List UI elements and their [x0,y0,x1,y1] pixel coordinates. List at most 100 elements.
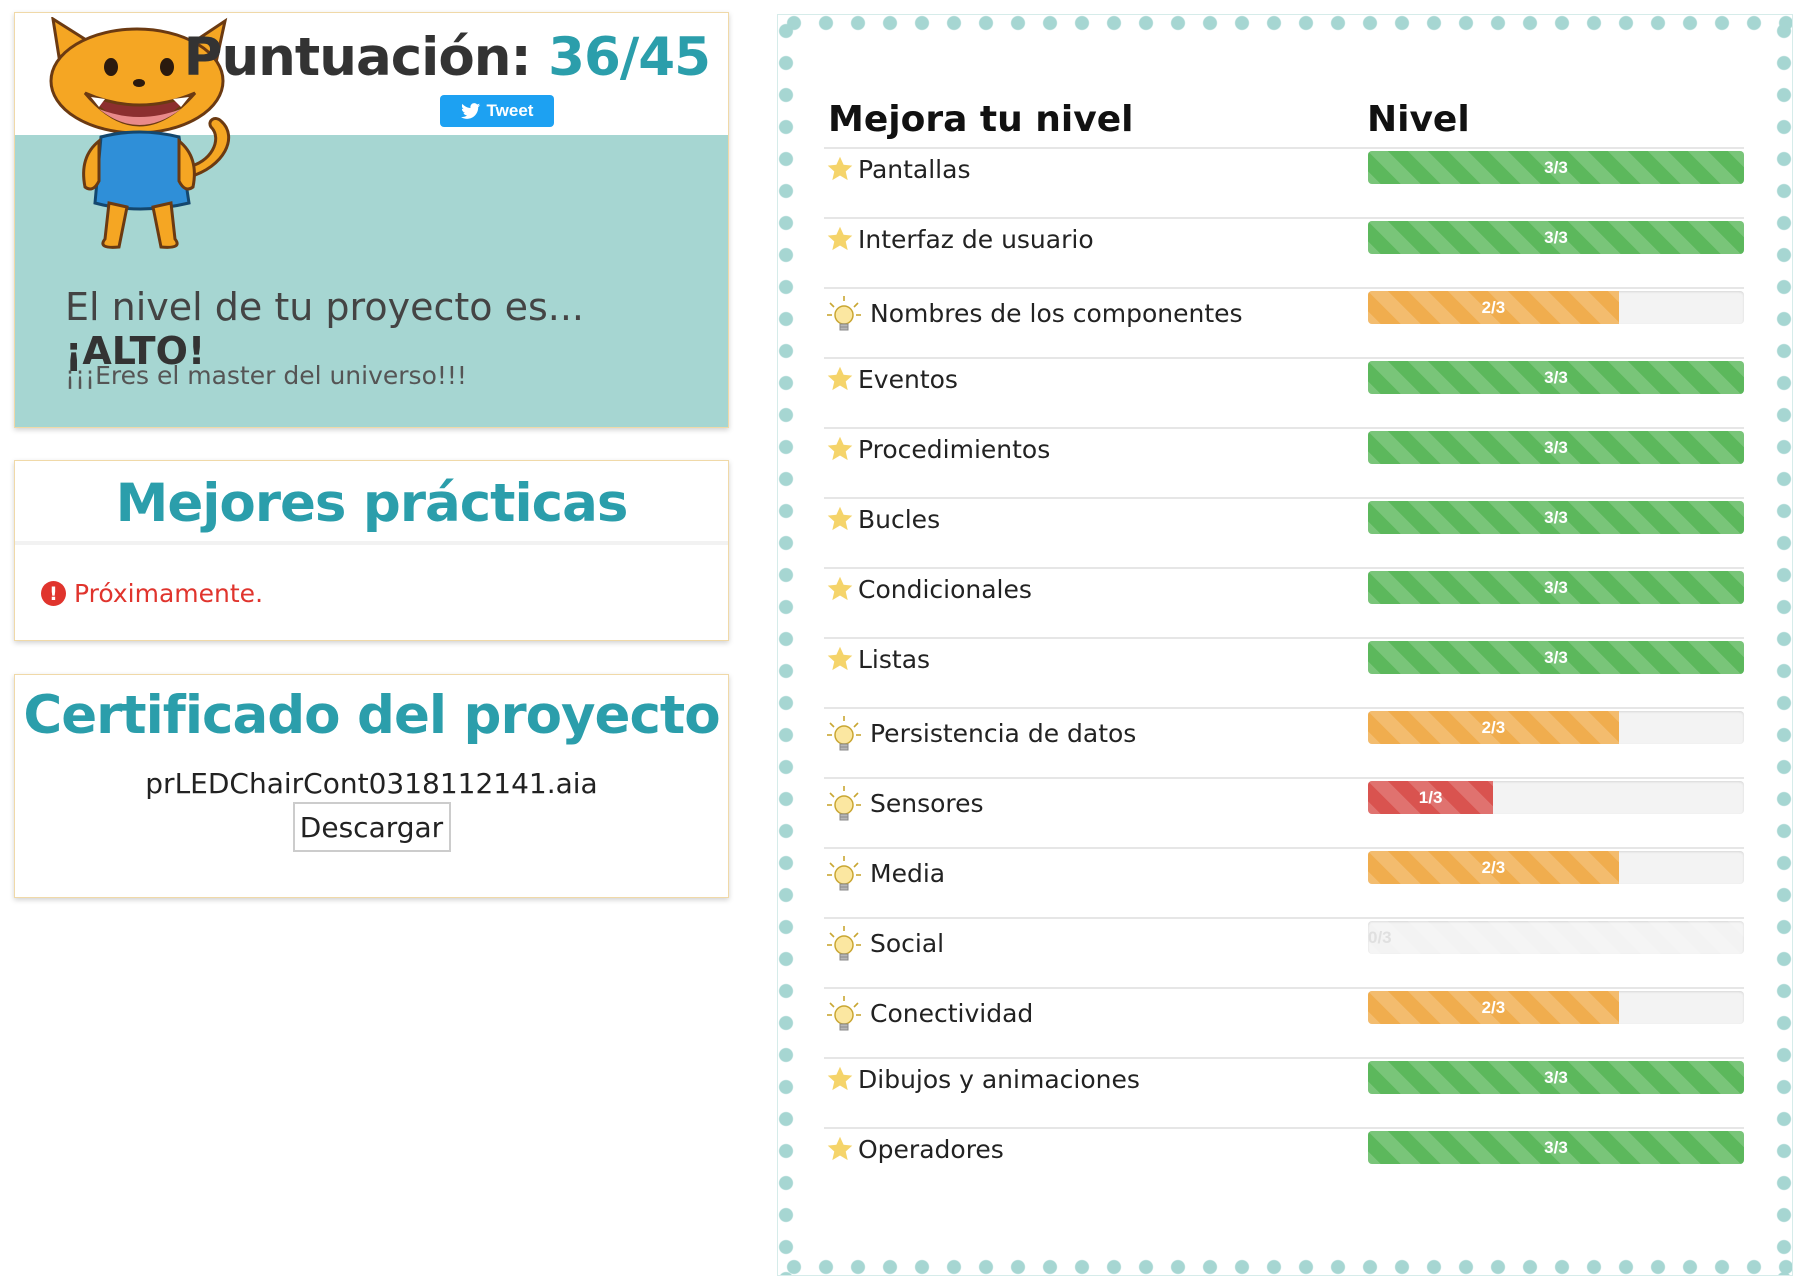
tweet-button[interactable]: Tweet [440,95,554,127]
certificate-card: Certificado del proyecto prLEDChairCont0… [14,674,729,898]
levels-table: Pantallas 3/3 Interfaz de usuario 3/3 Nombre… [824,147,1744,1197]
progress-fill: 2/3 [1368,991,1619,1024]
star-icon [826,575,854,603]
lightbulb-icon [826,855,862,895]
progress-bar: 1/3 [1368,781,1744,814]
progress-fill: 1/3 [1368,781,1494,814]
level-row-name: Eventos [858,365,958,394]
project-level: El nivel de tu proyecto es... ¡ALTO! [65,285,728,373]
level-row: Dibujos y animaciones 3/3 [824,1057,1744,1127]
level-message: ¡¡¡Eres el master del universo!!! [65,361,467,390]
progress-fill: 2/3 [1368,851,1619,884]
lightbulb-icon [826,715,862,755]
progress-bar: 3/3 [1368,221,1744,254]
level-row-name: Conectividad [870,999,1034,1028]
level-row: Procedimientos 3/3 [824,427,1744,497]
tweet-label: Tweet [486,101,534,120]
progress-fill: 2/3 [1368,711,1619,744]
score-label: Puntuación: [183,27,532,88]
star-icon [826,645,854,673]
level-row: Interfaz de usuario 3/3 [824,217,1744,287]
levels-panel: Mejora tu nivel Nivel Pantallas 3/3 Interf… [777,14,1793,1276]
progress-bar: 2/3 [1368,991,1744,1024]
level-row-name: Condicionales [858,575,1032,604]
level-row-name: Nombres de los componentes [870,299,1243,328]
exclamation-circle-icon: ! [41,581,66,606]
lightbulb-icon [826,995,862,1035]
star-icon [826,1065,854,1093]
progress-bar: 3/3 [1368,1061,1744,1094]
level-row: Conectividad 2/3 [824,987,1744,1057]
progress-fill: 3/3 [1368,361,1744,394]
level-row-name: Dibujos y animaciones [858,1065,1140,1094]
level-row-name: Operadores [858,1135,1004,1164]
level-row: Operadores 3/3 [824,1127,1744,1197]
column-header-concept: Mejora tu nivel [828,99,1134,140]
score-card: Puntuación: 36/45 Tweet El nivel de tu p… [14,12,729,428]
level-row-name: Persistencia de datos [870,719,1137,748]
best-practices-title: Mejores prácticas [15,461,728,545]
twitter-bird-icon [460,102,480,119]
level-row: Persistencia de datos 2/3 [824,707,1744,777]
level-row: Bucles 3/3 [824,497,1744,567]
certificate-filename: prLEDChairCont0318112141.aia [145,767,598,800]
dotted-border-bottom [778,1259,1792,1275]
level-row-name: Bucles [858,505,941,534]
dotted-border-left [778,15,794,1275]
progress-bar: 3/3 [1368,501,1744,534]
level-row: Media 2/3 [824,847,1744,917]
level-row: Condicionales 3/3 [824,567,1744,637]
score-value: 36/45 [548,27,711,88]
progress-fill: 3/3 [1368,221,1744,254]
dotted-border-right [1776,15,1792,1275]
progress-bar: 3/3 [1368,641,1744,674]
progress-fill: 2/3 [1368,291,1619,324]
star-icon [826,505,854,533]
level-row: Listas 3/3 [824,637,1744,707]
best-practices-message: ! Próximamente. [41,579,263,608]
column-header-level: Nivel [1367,99,1470,140]
dotted-border-top [778,15,1792,31]
star-icon [826,225,854,253]
level-row-name: Listas [858,645,931,674]
progress-bar: 2/3 [1368,851,1744,884]
star-icon [826,155,854,183]
progress-fill: 3/3 [1368,1131,1744,1164]
level-row: Social 0/3 [824,917,1744,987]
download-button[interactable]: Descargar [292,802,451,852]
progress-bar: 3/3 [1368,361,1744,394]
level-row: Nombres de los componentes 2/3 [824,287,1744,357]
progress-bar: 2/3 [1368,291,1744,324]
certificate-title: Certificado del proyecto [23,685,720,746]
progress-fill: 3/3 [1368,501,1744,534]
level-row-name: Media [870,859,946,888]
progress-fill: 3/3 [1368,151,1744,184]
progress-bar: 2/3 [1368,711,1744,744]
star-icon [826,365,854,393]
best-practices-text: Próximamente. [74,579,264,608]
level-row-name: Social [870,929,945,958]
progress-bar: 3/3 [1368,151,1744,184]
level-row-name: Sensores [870,789,984,818]
progress-bar: 3/3 [1368,1131,1744,1164]
progress-bar: 0/3 [1368,921,1744,954]
level-row-name: Interfaz de usuario [858,225,1094,254]
level-row: Sensores 1/3 [824,777,1744,847]
level-prefix: El nivel de tu proyecto es... [65,285,584,329]
score-title: Puntuación: 36/45 [183,27,711,88]
star-icon [826,435,854,463]
progress-fill: 0/3 [1368,921,1744,954]
progress-fill: 3/3 [1368,1061,1744,1094]
best-practices-card: Mejores prácticas ! Próximamente. [14,460,729,641]
progress-fill: 3/3 [1368,641,1744,674]
lightbulb-icon [826,785,862,825]
level-row: Eventos 3/3 [824,357,1744,427]
progress-bar: 3/3 [1368,571,1744,604]
level-row-name: Procedimientos [858,435,1051,464]
progress-fill: 3/3 [1368,571,1744,604]
lightbulb-icon [826,925,862,965]
level-row: Pantallas 3/3 [824,147,1744,217]
lightbulb-icon [826,295,862,335]
star-icon [826,1135,854,1163]
progress-fill: 3/3 [1368,431,1744,464]
